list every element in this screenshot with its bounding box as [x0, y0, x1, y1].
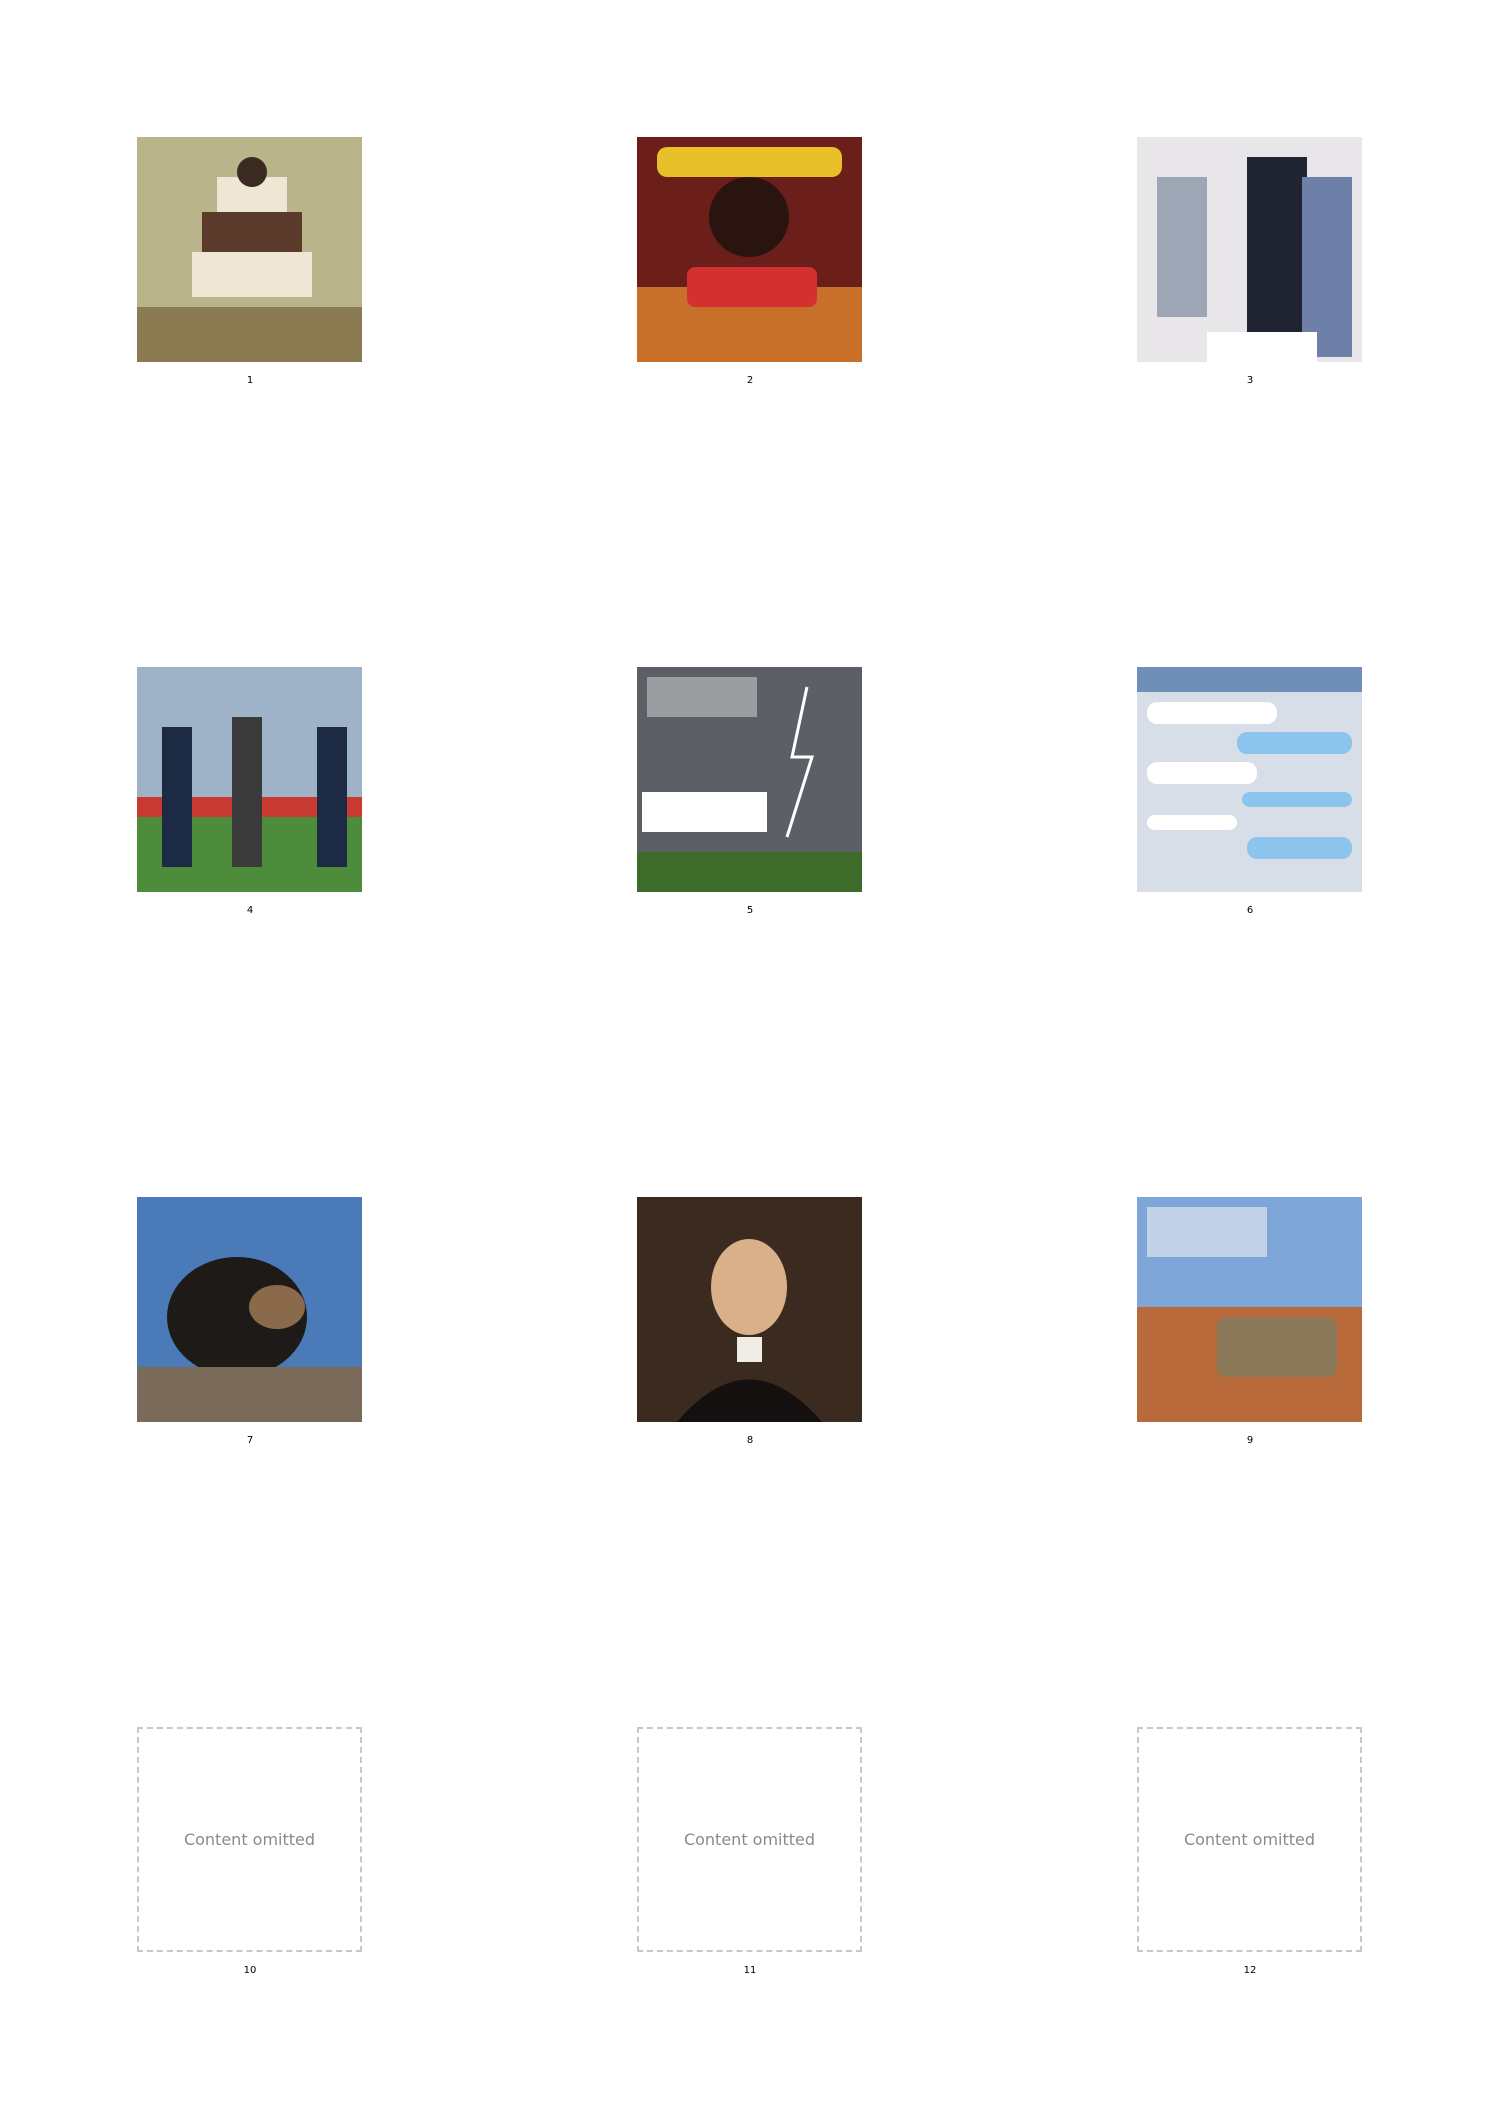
- soccer-match-photo-icon: [137, 667, 362, 892]
- panel-7: 7: [0, 1060, 500, 1590]
- text-message-screenshot-icon: [1137, 667, 1362, 892]
- panel-number: 1: [246, 375, 254, 386]
- fashion-photo-icon: [1137, 137, 1362, 362]
- portrait-painting-icon: [637, 1197, 862, 1422]
- panel-number: 10: [243, 1965, 257, 1976]
- concert-poster-icon: [637, 137, 862, 362]
- panel-grid: 1 2 3 4 5 6 7 8 9 Content omitted 10 Con…: [0, 0, 1500, 2120]
- panel-3: 3: [1000, 0, 1500, 530]
- desert-car-photo-icon: [1137, 1197, 1362, 1422]
- panel-number: 11: [743, 1965, 757, 1976]
- panel-5: 5: [500, 530, 1000, 1060]
- tiered-cake-photo-icon: [137, 137, 362, 362]
- storm-concert-poster-icon: [637, 667, 862, 892]
- bear-meme-icon: [137, 1197, 362, 1422]
- panel-6: 6: [1000, 530, 1500, 1060]
- panel-8: 8: [500, 1060, 1000, 1590]
- omitted-content-placeholder: Content omitted: [137, 1727, 362, 1952]
- panel-number: 3: [1246, 375, 1254, 386]
- panel-number: 4: [246, 905, 254, 916]
- omitted-content-placeholder: Content omitted: [1137, 1727, 1362, 1952]
- panel-12: Content omitted 12: [1000, 1590, 1500, 2120]
- panel-number: 8: [746, 1435, 754, 1446]
- panel-number: 6: [1246, 905, 1254, 916]
- panel-number: 2: [746, 375, 754, 386]
- panel-number: 7: [246, 1435, 254, 1446]
- panel-number: 5: [746, 905, 754, 916]
- panel-10: Content omitted 10: [0, 1590, 500, 2120]
- panel-9: 9: [1000, 1060, 1500, 1590]
- omitted-content-placeholder: Content omitted: [637, 1727, 862, 1952]
- panel-1: 1: [0, 0, 500, 530]
- panel-2: 2: [500, 0, 1000, 530]
- panel-number: 12: [1243, 1965, 1257, 1976]
- panel-4: 4: [0, 530, 500, 1060]
- panel-number: 9: [1246, 1435, 1254, 1446]
- panel-11: Content omitted 11: [500, 1590, 1000, 2120]
